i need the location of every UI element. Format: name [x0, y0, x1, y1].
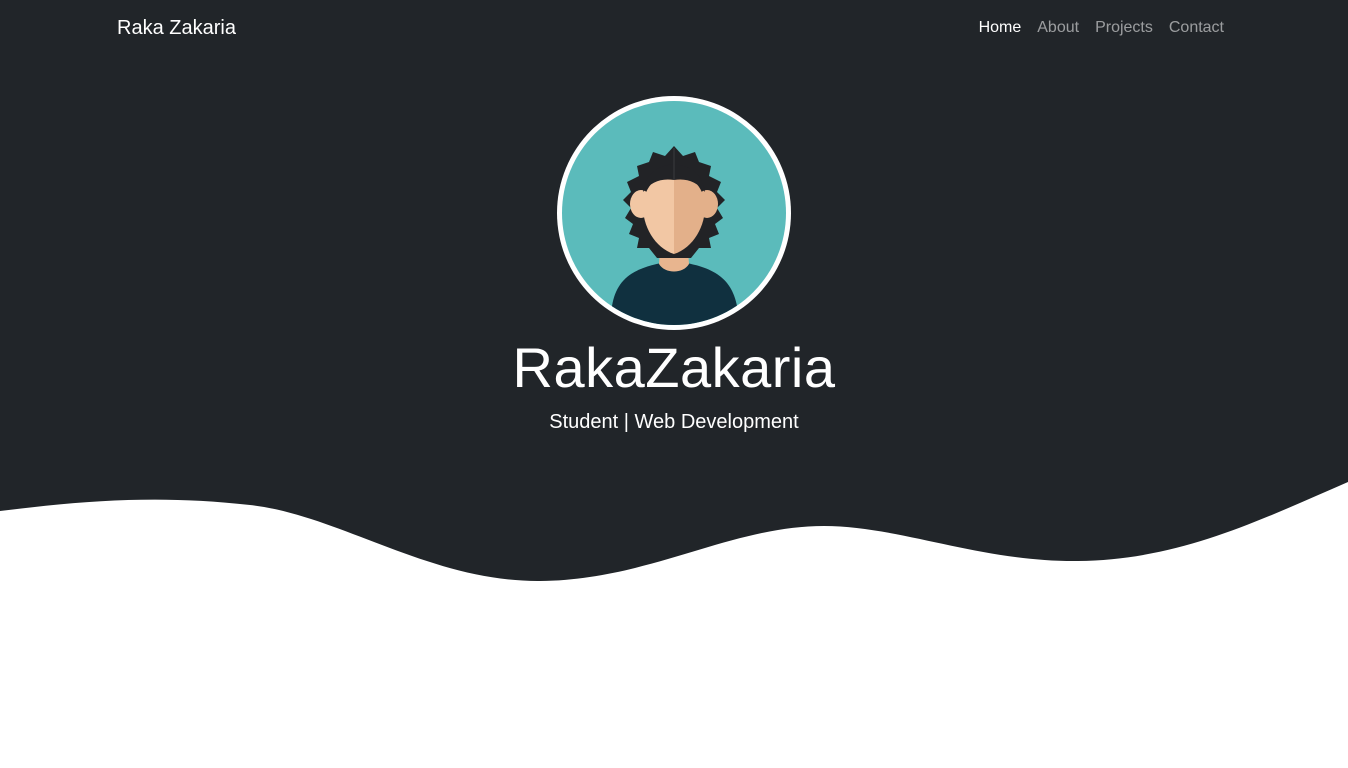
nav-link-home[interactable]: Home: [971, 18, 1030, 38]
nav-link-contact[interactable]: Contact: [1161, 18, 1224, 38]
page: Raka Zakaria Home About Projects Contact: [0, 0, 1348, 768]
hero-name: RakaZakaria: [512, 336, 836, 399]
brand-link[interactable]: Raka Zakaria: [117, 16, 236, 40]
avatar: [557, 96, 791, 330]
nav-link-projects[interactable]: Projects: [1087, 18, 1161, 38]
nav-link-about[interactable]: About: [1029, 18, 1087, 38]
male-avatar-icon: [557, 96, 791, 330]
hero-section: Raka Zakaria Home About Projects Contact: [0, 0, 1348, 600]
navbar: Raka Zakaria Home About Projects Contact: [0, 0, 1348, 56]
nav-links: Home About Projects Contact: [971, 18, 1224, 38]
hero-subtitle: Student | Web Development: [549, 411, 799, 433]
